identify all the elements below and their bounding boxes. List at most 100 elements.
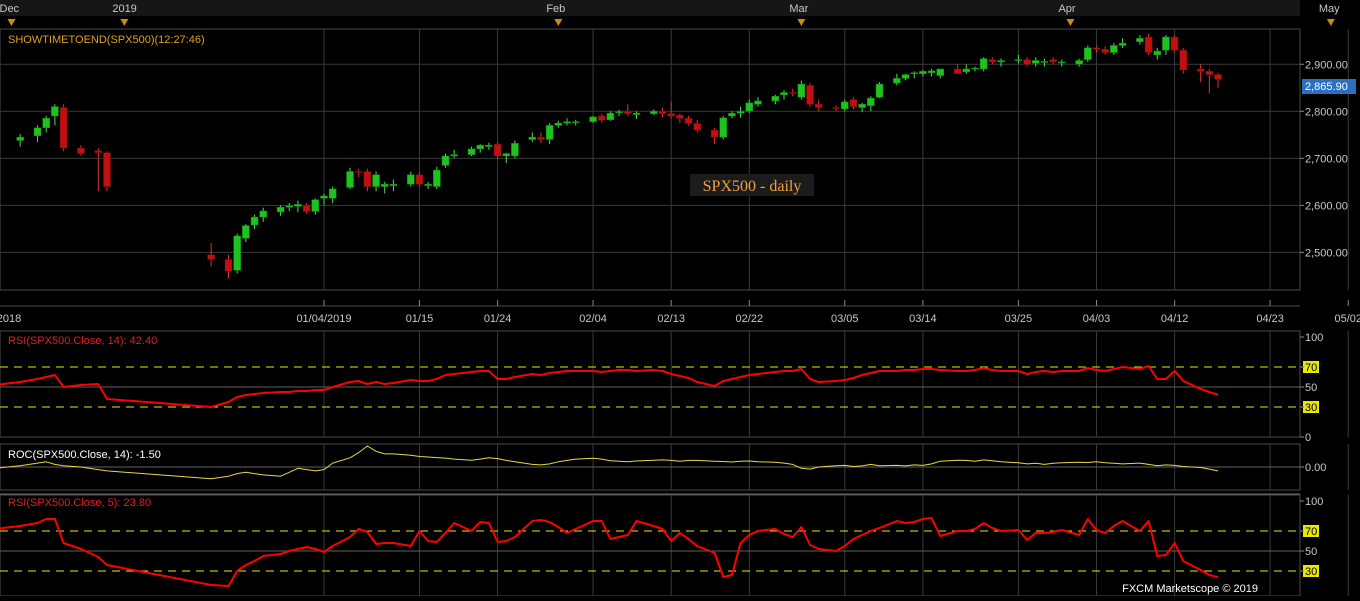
candle-body <box>841 101 849 110</box>
candle-body <box>407 174 415 185</box>
price-tick-label: 2,900.00 <box>1305 59 1348 71</box>
candle-body <box>1179 49 1188 71</box>
candle-body <box>1196 68 1205 72</box>
candle-body <box>1101 48 1109 53</box>
candle-body <box>997 60 1005 63</box>
time-tick-label: 03/14 <box>909 313 937 325</box>
time-tick-label: 03/05 <box>831 313 859 325</box>
candle-body <box>658 111 667 114</box>
indicator-tick-label: 30 <box>1305 402 1317 414</box>
candle-body <box>953 68 962 74</box>
candle-body <box>754 100 762 105</box>
candle-body <box>259 210 267 218</box>
time-tick-label: 01/24 <box>484 313 512 325</box>
time-tick-label: 02/22 <box>736 313 764 325</box>
candle-body <box>476 144 484 150</box>
candle-body <box>77 147 85 154</box>
time-tick-label: 02/04 <box>579 313 607 325</box>
time-tick-label: 01/04/2019 <box>296 313 351 325</box>
candle-body <box>814 103 823 108</box>
candle-body <box>528 136 537 140</box>
indicator-tick-label: 100 <box>1305 496 1323 508</box>
candle-body <box>875 83 884 98</box>
price-tick-label: 2,500.00 <box>1305 247 1348 259</box>
candle-body <box>650 111 658 114</box>
candle-body <box>797 83 806 98</box>
indicator-tick-label: 70 <box>1305 526 1317 538</box>
candle-body <box>285 205 294 208</box>
candle-body <box>962 68 971 73</box>
candle-body <box>1110 45 1118 53</box>
candle-body <box>1136 38 1144 42</box>
candle-body <box>372 174 380 187</box>
time-tick-label: 04/23 <box>1256 313 1284 325</box>
candle-body <box>389 183 398 186</box>
time-tick-label: 11/28/2018 <box>0 313 21 325</box>
candle-body <box>867 97 875 106</box>
time-tick-label: 05/02 <box>1334 313 1360 325</box>
time-tick-label: 04/12 <box>1161 313 1189 325</box>
month-strip <box>0 0 1300 16</box>
candle-body <box>1205 71 1214 75</box>
candle-body <box>667 113 675 117</box>
candle-body <box>302 205 311 212</box>
candle-body <box>380 183 389 187</box>
candle-body <box>858 103 866 108</box>
candle-body <box>1214 74 1222 80</box>
candle-body <box>16 136 24 141</box>
rsi14-title: RSI(SPX500.Close, 14): 42.40 <box>8 335 157 347</box>
candle-body <box>979 58 988 70</box>
candle-body <box>1049 59 1057 63</box>
instrument-watermark: SPX500 - daily <box>703 178 802 195</box>
candle-body <box>1118 42 1127 46</box>
candle-body <box>936 68 945 76</box>
candle-body <box>1144 36 1153 53</box>
rsi5-title: RSI(SPX500.Close, 5): 23.80 <box>8 497 151 509</box>
candle-body <box>693 123 701 131</box>
chart-canvas: Dec 2019 Feb Mar Apr May 2,900.00 2,800.00 2,70… <box>0 0 1360 597</box>
candle-body <box>363 171 372 187</box>
candle-body <box>684 118 693 124</box>
candle-body <box>441 155 450 166</box>
candle-body <box>606 112 615 121</box>
candle-body <box>728 112 736 117</box>
candle-body <box>1170 36 1179 51</box>
time-tick-label: 01/15 <box>406 313 434 325</box>
candle-body <box>919 71 927 74</box>
indicator-tick-label: 0.00 <box>1305 462 1326 474</box>
candle-body <box>849 99 858 107</box>
candle-body <box>571 121 580 123</box>
main-chart-title: SHOWTIMETOEND(SPX500)(12:27:46) <box>8 34 205 46</box>
candle-body <box>927 70 936 73</box>
candle-body <box>467 148 476 155</box>
candle-body <box>59 107 68 149</box>
time-tick-label: 04/03 <box>1083 313 1111 325</box>
candle-body <box>250 216 259 226</box>
candle-body <box>971 67 979 70</box>
candle-body <box>736 111 745 114</box>
month-label: May <box>1319 3 1340 15</box>
price-tick-label: 2,600.00 <box>1305 200 1348 212</box>
candle-body <box>1058 61 1066 64</box>
candle-body <box>832 107 840 109</box>
candle-body <box>1153 50 1162 56</box>
candle-body <box>788 92 797 94</box>
candle-body <box>433 169 441 187</box>
indicator-tick-label: 70 <box>1305 362 1317 374</box>
month-label: Dec <box>0 3 20 15</box>
candle-body <box>42 118 50 129</box>
candle-body <box>771 95 780 102</box>
price-tick-label: 2,800.00 <box>1305 106 1348 118</box>
candle-body <box>710 129 719 138</box>
candle-body <box>901 74 910 79</box>
candle-body <box>545 125 554 140</box>
candle-body <box>346 171 354 188</box>
candle-body <box>1092 47 1101 50</box>
candle-body <box>485 144 493 147</box>
candle-body <box>893 78 901 84</box>
candle-body <box>233 235 241 271</box>
candle-body <box>589 116 597 122</box>
candle-body <box>1162 36 1170 51</box>
candle-body <box>537 136 545 140</box>
candle-body <box>511 143 519 157</box>
